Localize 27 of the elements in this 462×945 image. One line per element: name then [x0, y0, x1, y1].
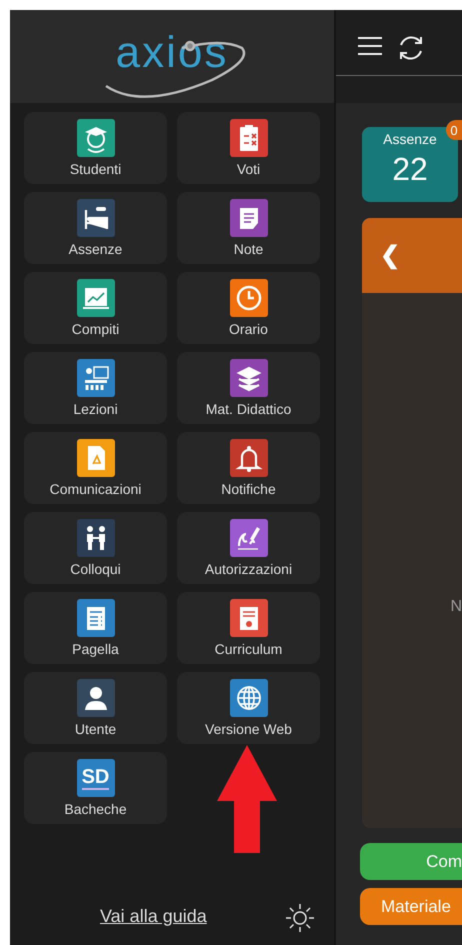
count-badge: 0 [446, 120, 462, 140]
menu-tile[interactable]: Colloqui [24, 512, 167, 584]
menu-tile[interactable]: Mat. Didattico [177, 352, 320, 424]
previous-button[interactable]: ❮ [380, 241, 400, 270]
menu-icon[interactable] [358, 36, 382, 56]
card-value: 22 [392, 151, 428, 188]
sd-logo-icon: SD [76, 759, 114, 797]
menu-tile[interactable]: Comunicazioni [24, 432, 167, 504]
app-logo: axios [116, 28, 228, 78]
menu-tile[interactable]: Curriculum [177, 592, 320, 664]
menu-tile[interactable]: Orario [177, 272, 320, 344]
sun-icon[interactable] [285, 903, 315, 933]
menu-tile[interactable]: Studenti [24, 112, 167, 184]
menu-tile[interactable]: Utente [24, 672, 167, 744]
menu-tile[interactable]: Autorizzazioni [177, 512, 320, 584]
guide-link[interactable]: Vai alla guida [100, 906, 207, 926]
menu-tile[interactable]: Pagella [24, 592, 167, 664]
menu-tile[interactable]: SD Bacheche [24, 752, 167, 824]
panel-text: N [450, 598, 462, 616]
menu-tile[interactable]: Compiti [24, 272, 167, 344]
menu-tile[interactable]: Lezioni [24, 352, 167, 424]
card-label: Assenze [383, 131, 437, 147]
menu-tile[interactable]: Assenze [24, 192, 167, 264]
menu-tile[interactable]: Notifiche [177, 432, 320, 504]
menu-tile[interactable]: Versione Web [177, 672, 320, 744]
menu-tile[interactable]: Voti [177, 112, 320, 184]
menu-tile[interactable]: Note [177, 192, 320, 264]
